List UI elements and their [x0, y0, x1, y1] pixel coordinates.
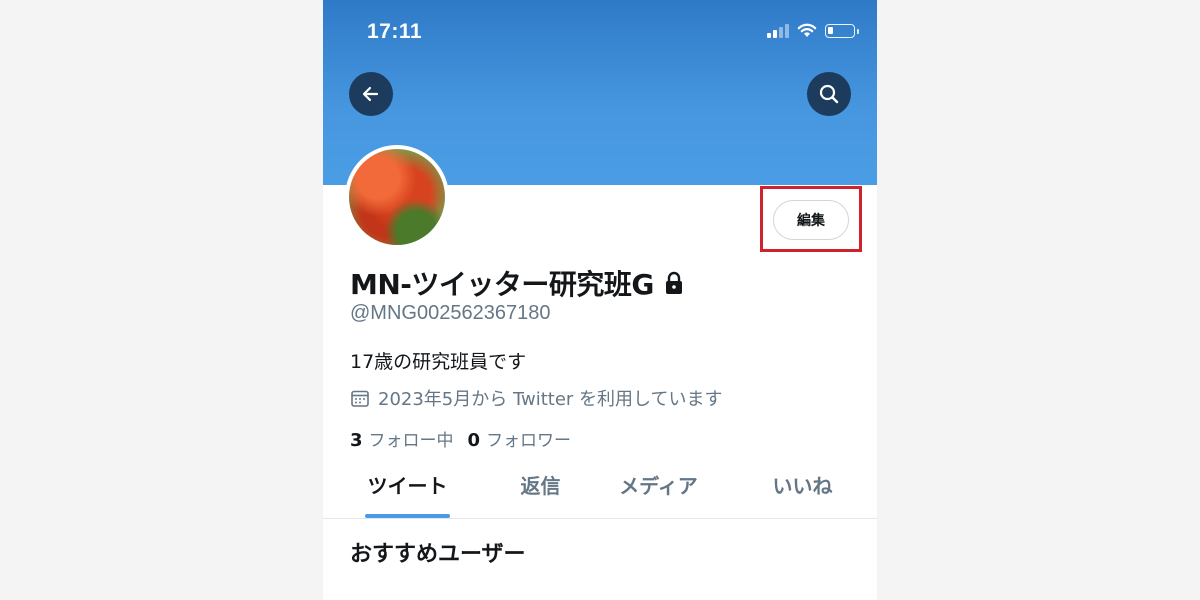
following-link[interactable]: 3 フォロー中: [350, 426, 454, 451]
tab-tweets[interactable]: ツイート: [350, 470, 465, 518]
back-arrow-icon: [362, 86, 379, 102]
search-icon: [819, 84, 839, 104]
status-time: 17:11: [367, 20, 423, 43]
wifi-icon: [797, 23, 817, 37]
following-count: 3: [350, 430, 363, 451]
lock-icon: [665, 271, 682, 294]
edit-profile-button[interactable]: 編集: [773, 200, 849, 240]
search-button[interactable]: [807, 72, 851, 116]
joined-text: 2023年5月から Twitter を利用しています: [378, 389, 723, 410]
bio: 17歳の研究班員です: [350, 351, 527, 373]
avatar-image: [349, 149, 445, 245]
calendar-icon: [351, 390, 369, 407]
handle: @MNG002562367180: [350, 302, 551, 324]
back-button[interactable]: [349, 72, 393, 116]
profile-tabs: ツイート 返信 メディア いいね: [323, 470, 877, 518]
display-name: MN-ツイッター研究班G: [350, 268, 654, 301]
status-icons: [767, 23, 859, 38]
followers-link[interactable]: 0 フォロワー: [468, 426, 572, 451]
tab-likes[interactable]: いいね: [745, 470, 860, 518]
follow-stats: 3 フォロー中 0 フォロワー: [350, 426, 571, 451]
followers-count: 0: [467, 430, 481, 451]
battery-icon: [825, 23, 859, 38]
joined-date: 2023年5月から Twitter を利用しています: [350, 385, 723, 411]
tab-replies[interactable]: 返信: [483, 470, 598, 518]
avatar[interactable]: [345, 145, 449, 249]
following-label: フォロー中: [368, 431, 454, 451]
name-row: MN-ツイッター研究班G: [350, 263, 684, 303]
followers-label: フォロワー: [486, 431, 572, 451]
signal-icon: [767, 23, 789, 38]
tabs-divider: [323, 518, 877, 519]
recommended-users-title: おすすめユーザー: [350, 542, 526, 567]
phone-screen: 17:11 編集 MN-ツイッター研究班G @MNG002562367180 1…: [323, 0, 877, 600]
tab-media[interactable]: メディア: [601, 470, 716, 518]
